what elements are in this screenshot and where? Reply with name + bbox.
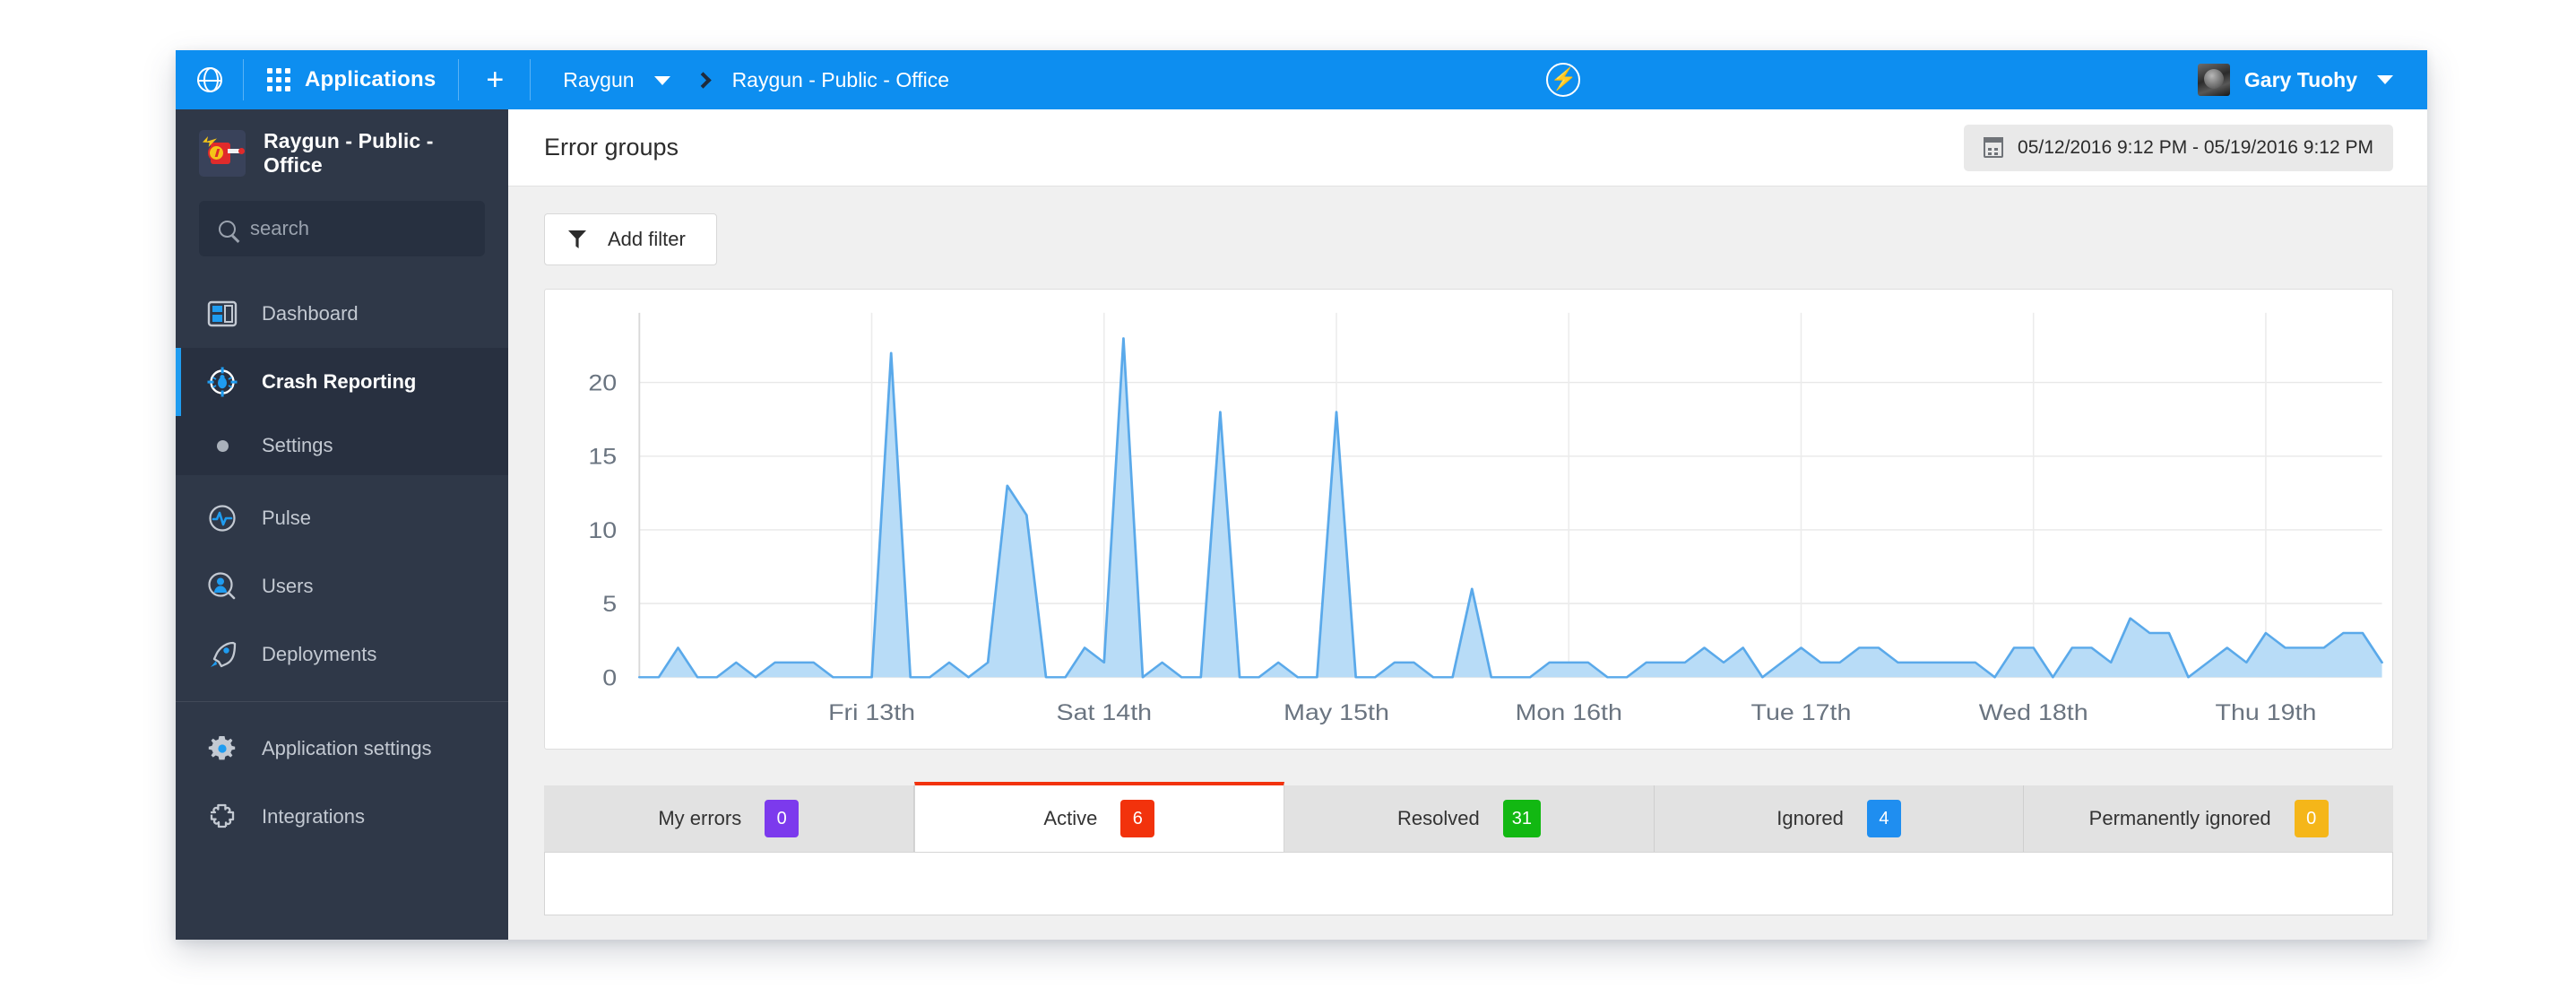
chevron-right-icon [694, 71, 712, 89]
bolt-circle-icon: ⚡ [1546, 63, 1581, 97]
filter-row: Add filter [544, 186, 2393, 289]
applications-button[interactable]: Applications [244, 50, 460, 109]
sidebar-item-label: Application settings [262, 737, 432, 759]
sidebar-app-name: Raygun - Public - Office [264, 129, 434, 177]
breadcrumb-account[interactable]: Raygun [559, 68, 637, 92]
status-badge: 4 [1866, 800, 1901, 837]
tab-ignored[interactable]: Ignored 4 [1654, 785, 2025, 852]
date-range-value: 05/12/2016 9:12 PM - 05/19/2016 9:12 PM [2018, 136, 2373, 158]
pulse-icon [203, 503, 242, 533]
svg-text:Wed 18th: Wed 18th [1979, 700, 2088, 725]
user-name: Gary Tuohy [2243, 67, 2358, 91]
dashboard-icon [203, 299, 242, 329]
gear-icon [203, 734, 242, 763]
funnel-icon [568, 230, 586, 248]
crosshair-bug-icon [203, 366, 242, 398]
svg-text:5: 5 [602, 592, 617, 617]
sidebar: Raygun - Public - Office search Dashboar… [176, 109, 508, 940]
calendar-icon [1983, 137, 2004, 158]
error-volume-chart-card: 0 5 10 15 20 Fri 13th Sat 14th May 15th Mon 16th… [544, 289, 2393, 750]
status-badge: 6 [1120, 800, 1155, 837]
globe-icon [197, 67, 222, 92]
sidebar-item-integrations[interactable]: Integrations [176, 783, 508, 851]
tab-permanently-ignored[interactable]: Permanently ignored 0 [2024, 785, 2393, 852]
top-navigation-bar: Applications + Raygun Raygun - Public - … [176, 50, 2427, 109]
application-window: Applications + Raygun Raygun - Public - … [176, 50, 2427, 940]
page-title: Error groups [544, 134, 679, 160]
bolt-logo-button[interactable]: ⚡ [1523, 50, 1604, 109]
status-badge: 0 [765, 800, 800, 837]
add-filter-button[interactable]: Add filter [544, 213, 717, 265]
svg-text:Sat 14th: Sat 14th [1057, 700, 1153, 725]
sidebar-item-application-settings[interactable]: Application settings [176, 715, 508, 783]
chevron-down-icon [2377, 75, 2394, 84]
sidebar-item-label: Crash Reporting [262, 370, 417, 393]
rocket-icon [203, 639, 242, 670]
sidebar-item-deployments[interactable]: Deployments [176, 620, 508, 689]
sidebar-item-crash-reporting[interactable]: Crash Reporting [176, 348, 508, 416]
svg-text:Fri 13th: Fri 13th [828, 700, 915, 725]
chevron-down-icon[interactable] [653, 76, 670, 85]
sidebar-item-pulse[interactable]: Pulse [176, 484, 508, 552]
body-split: Raygun - Public - Office search Dashboar… [176, 109, 2427, 940]
svg-text:Mon 16th: Mon 16th [1516, 700, 1622, 725]
tab-label: Active [1043, 807, 1098, 829]
error-volume-chart[interactable]: 0 5 10 15 20 Fri 13th Sat 14th May 15th Mon 16th… [545, 290, 2392, 749]
tab-active[interactable]: Active 6 [913, 782, 1285, 852]
sidebar-divider [176, 701, 508, 702]
tab-label: Resolved [1397, 807, 1480, 829]
svg-text:Tue 17th: Tue 17th [1751, 700, 1852, 725]
sidebar-item-dashboard[interactable]: Dashboard [176, 280, 508, 348]
users-search-icon [203, 571, 242, 602]
avatar [2197, 64, 2230, 96]
svg-text:20: 20 [588, 370, 617, 395]
topbar-spacer-right [1604, 50, 2174, 109]
status-badge: 0 [2294, 800, 2329, 837]
svg-text:15: 15 [588, 444, 617, 469]
tab-resolved[interactable]: Resolved 31 [1284, 785, 1655, 852]
raygun-logo-icon [199, 130, 246, 177]
sidebar-item-label: Integrations [262, 805, 365, 828]
globe-button[interactable] [176, 50, 244, 109]
svg-text:May 15th: May 15th [1284, 700, 1389, 725]
svg-text:10: 10 [588, 518, 617, 543]
breadcrumb: Raygun Raygun - Public - Office [531, 50, 953, 109]
sidebar-item-label: Users [262, 575, 314, 597]
search-input[interactable] [250, 217, 465, 240]
tab-label: Permanently ignored [2088, 807, 2271, 829]
plus-icon: + [486, 63, 505, 97]
status-tabs: My errors 0 Active 6 Resolved 31 Ignored… [544, 782, 2393, 853]
sidebar-nav-primary: Dashboard Crash Reporting Settings Pulse… [176, 280, 508, 851]
tab-label: Ignored [1776, 807, 1844, 829]
puzzle-icon [203, 802, 242, 832]
tab-label: My errors [658, 807, 742, 829]
svg-text:Thu 19th: Thu 19th [2215, 700, 2316, 725]
sidebar-item-label: Settings [262, 434, 333, 456]
status-badge: 31 [1502, 800, 1541, 837]
date-range-picker[interactable]: 05/12/2016 9:12 PM - 05/19/2016 9:12 PM [1964, 124, 2393, 171]
sidebar-item-settings[interactable]: Settings [176, 416, 508, 475]
add-application-button[interactable]: + [459, 50, 532, 109]
sidebar-item-label: Dashboard [262, 302, 359, 325]
sidebar-item-label: Pulse [262, 507, 312, 529]
user-menu[interactable]: Gary Tuohy [2174, 50, 2427, 109]
tab-panel [544, 853, 2393, 915]
dot-icon [203, 439, 242, 452]
content-scroll: Add filter 0 5 10 15 20 Fri 13th Sat 14th May 1… [508, 186, 2427, 940]
add-filter-label: Add filter [608, 228, 686, 250]
grid-icon [267, 68, 290, 91]
svg-text:0: 0 [602, 665, 617, 690]
search-icon [219, 220, 236, 238]
content-header: Error groups 05/12/2016 9:12 PM - 05/19/… [508, 109, 2427, 186]
breadcrumb-application[interactable]: Raygun - Public - Office [729, 68, 953, 92]
tab-my-errors[interactable]: My errors 0 [544, 785, 914, 852]
applications-label: Applications [305, 67, 437, 91]
sidebar-app-header[interactable]: Raygun - Public - Office [176, 109, 508, 190]
sidebar-item-label: Deployments [262, 643, 377, 665]
sidebar-item-users[interactable]: Users [176, 552, 508, 620]
sidebar-search[interactable] [199, 201, 485, 256]
content-area: Error groups 05/12/2016 9:12 PM - 05/19/… [508, 109, 2427, 940]
